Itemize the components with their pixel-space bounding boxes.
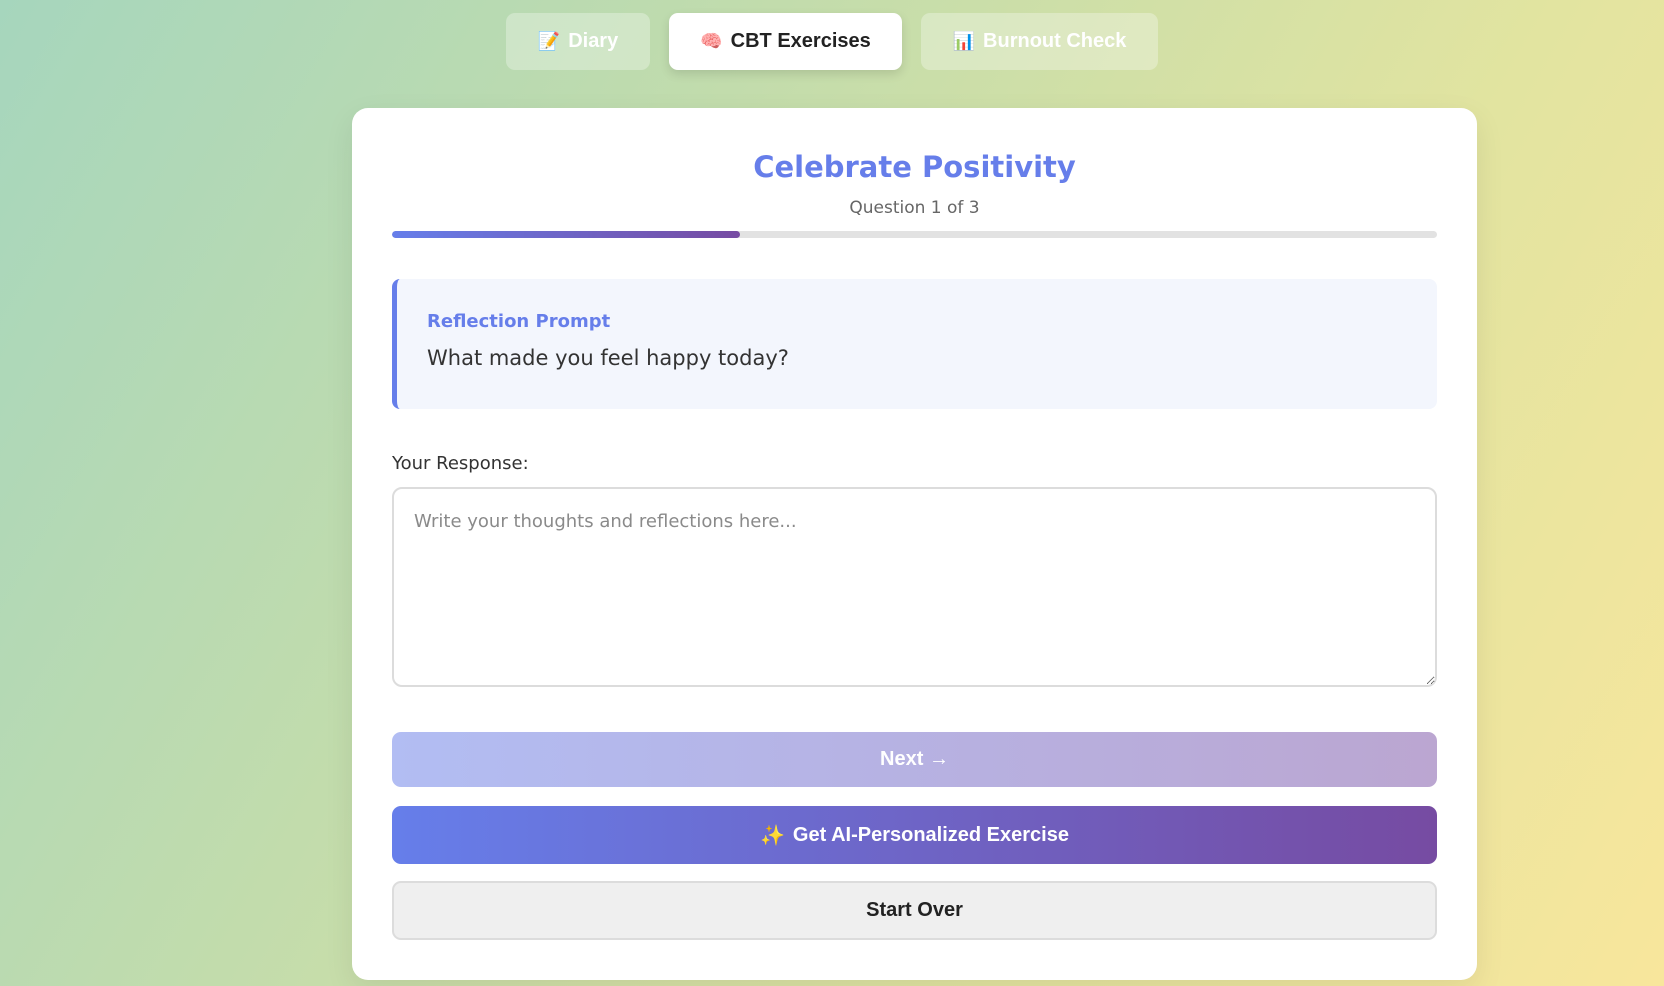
response-label: Your Response: (392, 453, 529, 474)
bar-chart-icon: 📊 (952, 31, 976, 51)
tab-bar: 📝 Diary 🧠 CBT Exercises 📊 Burnout Check (0, 13, 1664, 70)
next-button[interactable]: Next → (392, 732, 1437, 787)
exercise-title: Celebrate Positivity (753, 150, 1076, 184)
response-textarea[interactable] (392, 487, 1437, 687)
prompt-label: Reflection Prompt (427, 311, 611, 332)
memo-icon: 📝 (537, 31, 561, 51)
question-counter: Question 1 of 3 (849, 198, 980, 218)
ai-button-label: Get AI-Personalized Exercise (792, 823, 1069, 846)
sparkles-icon: ✨ (760, 824, 785, 847)
tab-burnout-check[interactable]: 📊 Burnout Check (921, 13, 1158, 70)
exercise-card: Celebrate Positivity Question 1 of 3 Ref… (352, 108, 1477, 980)
brain-icon: 🧠 (700, 31, 723, 51)
prompt-question: What made you feel happy today? (427, 346, 789, 370)
next-button-label: Next → (880, 748, 949, 770)
tab-cbt-exercises[interactable]: 🧠 CBT Exercises (669, 13, 902, 70)
tab-cbt-exercises-label: CBT Exercises (730, 30, 871, 52)
progress-bar (392, 231, 1437, 238)
start-over-button[interactable]: Start Over (392, 881, 1437, 940)
progress-bar-fill (392, 231, 740, 238)
start-over-label: Start Over (866, 899, 963, 921)
reflection-prompt-box: Reflection Prompt What made you feel hap… (392, 279, 1437, 409)
tab-diary-label: Diary (568, 30, 619, 52)
tab-burnout-check-label: Burnout Check (983, 30, 1127, 52)
ai-personalized-exercise-button[interactable]: ✨ Get AI-Personalized Exercise (392, 806, 1437, 864)
tab-diary[interactable]: 📝 Diary (506, 13, 650, 70)
